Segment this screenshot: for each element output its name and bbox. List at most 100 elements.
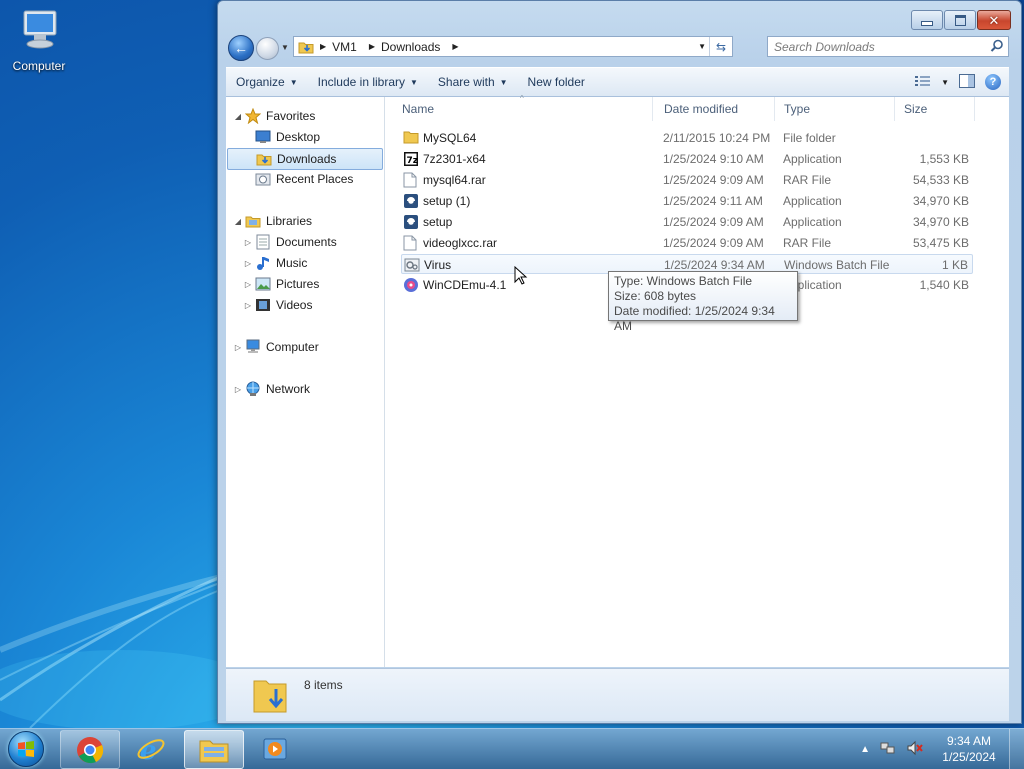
column-type-label: Type bbox=[784, 102, 811, 116]
setup-icon bbox=[404, 194, 418, 208]
new-folder-button[interactable]: New folder bbox=[518, 71, 595, 93]
minimize-button[interactable] bbox=[911, 10, 943, 30]
nav-favorites-label: Favorites bbox=[266, 109, 316, 123]
nav-desktop[interactable]: Desktop bbox=[242, 127, 320, 147]
close-icon: ✕ bbox=[988, 12, 1000, 28]
taskbar-chrome[interactable] bbox=[60, 730, 120, 769]
nav-recent-places[interactable]: Recent Places bbox=[242, 169, 353, 189]
file-name: WinCDEmu-4.1 bbox=[423, 278, 507, 292]
file-date: 1/25/2024 9:09 AM bbox=[663, 215, 764, 229]
forward-button[interactable] bbox=[256, 37, 279, 60]
details-pane: 8 items bbox=[226, 668, 1009, 721]
downloads-folder-icon bbox=[256, 154, 272, 166]
nav-videos[interactable]: ▷ Videos bbox=[242, 295, 313, 315]
taskbar-internet-explorer[interactable]: e bbox=[122, 730, 180, 767]
breadcrumb-arrow-icon: ▶ bbox=[320, 42, 327, 51]
column-header-type[interactable]: Type bbox=[775, 97, 895, 121]
item-count: 8 items bbox=[304, 678, 343, 692]
videos-icon bbox=[256, 299, 270, 311]
show-hidden-icons-button[interactable]: ▲ bbox=[860, 744, 870, 755]
refresh-icon: ⇆ bbox=[715, 39, 727, 54]
include-in-library-button[interactable]: Include in library ▼ bbox=[308, 71, 428, 93]
search-placeholder: Search Downloads bbox=[774, 40, 875, 54]
nav-videos-label: Videos bbox=[276, 298, 313, 312]
organize-button[interactable]: Organize ▼ bbox=[226, 71, 308, 93]
view-options-dropdown[interactable]: ▼ bbox=[941, 78, 949, 87]
view-list-icon bbox=[915, 75, 931, 86]
file-row[interactable]: mysql64.rar 1/25/2024 9:09 AM RAR File 5… bbox=[401, 170, 973, 190]
computer-icon bbox=[23, 10, 57, 49]
desktop-icon-computer[interactable]: Computer bbox=[4, 8, 74, 73]
file-row[interactable]: 7z 7z2301-x64 1/25/2024 9:10 AM Applicat… bbox=[401, 149, 973, 169]
column-header-date-modified[interactable]: Date modified bbox=[655, 97, 775, 121]
collapsed-triangle-icon[interactable]: ▷ bbox=[232, 385, 244, 394]
volume-muted-icon[interactable] bbox=[906, 740, 924, 759]
nav-downloads[interactable]: Downloads bbox=[227, 148, 383, 170]
system-tray: ▲ 9:34 AM 1/25/2024 bbox=[855, 729, 1024, 769]
preview-pane-button[interactable] bbox=[959, 73, 975, 91]
column-header-size[interactable]: Size bbox=[895, 97, 975, 121]
navigation-bar: ← ▼ ▶ VM1 ▶ Downloads ▶ ▼ ⇆ Search Downl… bbox=[226, 34, 1013, 62]
nav-libraries[interactable]: ◢ Libraries bbox=[232, 211, 312, 231]
new-folder-label: New folder bbox=[527, 75, 585, 89]
back-button[interactable]: ← bbox=[228, 35, 254, 61]
change-view-button[interactable] bbox=[915, 75, 931, 90]
breadcrumb-downloads[interactable]: Downloads bbox=[381, 40, 440, 54]
show-desktop-button[interactable] bbox=[1009, 729, 1024, 769]
file-size: 34,970 KB bbox=[912, 215, 969, 229]
folder-icon bbox=[403, 131, 419, 144]
collapsed-triangle-icon[interactable]: ▷ bbox=[242, 301, 254, 310]
organize-label: Organize bbox=[236, 75, 285, 89]
include-in-library-label: Include in library bbox=[317, 75, 405, 89]
breadcrumb-vm1[interactable]: VM1 bbox=[332, 40, 357, 54]
column-header-name[interactable]: Name ^ bbox=[393, 94, 653, 121]
downloads-folder-large-icon bbox=[253, 680, 287, 713]
taskbar-media-player[interactable] bbox=[246, 730, 304, 767]
nav-pictures[interactable]: ▷ Pictures bbox=[242, 274, 319, 294]
maximize-button[interactable] bbox=[944, 10, 976, 30]
help-icon[interactable]: ? bbox=[985, 74, 1001, 90]
downloads-folder-icon bbox=[298, 42, 314, 53]
file-name: MySQL64 bbox=[423, 131, 477, 145]
taskbar-windows-explorer[interactable] bbox=[184, 730, 244, 769]
address-bar[interactable]: ▶ VM1 ▶ Downloads ▶ ▼ ⇆ bbox=[293, 36, 733, 57]
collapsed-triangle-icon[interactable]: ▷ bbox=[232, 343, 244, 352]
collapsed-triangle-icon[interactable]: ▷ bbox=[242, 259, 254, 268]
search-input[interactable]: Search Downloads bbox=[767, 36, 1009, 57]
nav-documents[interactable]: ▷ Documents bbox=[242, 232, 337, 252]
address-dropdown-icon[interactable]: ▼ bbox=[698, 42, 706, 51]
nav-music[interactable]: ▷ Music bbox=[242, 253, 307, 273]
start-button[interactable] bbox=[4, 729, 48, 769]
network-status-icon[interactable] bbox=[880, 740, 896, 759]
file-row[interactable]: setup (1) 1/25/2024 9:11 AM Application … bbox=[401, 191, 973, 211]
back-arrow-icon: ← bbox=[234, 40, 248, 56]
nav-favorites[interactable]: ◢ Favorites bbox=[232, 106, 315, 126]
clock[interactable]: 9:34 AM 1/25/2024 bbox=[929, 733, 1009, 765]
nav-desktop-label: Desktop bbox=[276, 130, 321, 144]
nav-documents-label: Documents bbox=[276, 235, 337, 249]
file-name: mysql64.rar bbox=[423, 173, 486, 187]
close-button[interactable]: ✕ bbox=[977, 10, 1011, 30]
batch-file-icon bbox=[404, 258, 420, 272]
file-type: Windows Batch File bbox=[784, 258, 890, 272]
internet-explorer-icon: e bbox=[137, 736, 165, 764]
nav-network[interactable]: ▷ Network bbox=[232, 379, 310, 399]
file-row[interactable]: setup 1/25/2024 9:09 AM Application 34,9… bbox=[401, 212, 973, 232]
document-icon bbox=[403, 235, 417, 251]
document-icon bbox=[403, 172, 417, 188]
search-icon bbox=[990, 39, 1003, 52]
recent-pages-dropdown[interactable]: ▼ bbox=[281, 43, 289, 52]
collapsed-triangle-icon[interactable]: ▷ bbox=[242, 238, 254, 247]
file-row[interactable]: MySQL64 2/11/2015 10:24 PM File folder bbox=[401, 128, 973, 148]
nav-computer[interactable]: ▷ Computer bbox=[232, 337, 319, 357]
share-with-button[interactable]: Share with ▼ bbox=[428, 71, 518, 93]
collapsed-triangle-icon[interactable]: ▷ bbox=[242, 280, 254, 289]
nav-pictures-label: Pictures bbox=[276, 277, 320, 291]
file-name: Virus bbox=[424, 258, 452, 272]
explorer-window: ✕ ← ▼ ▶ VM1 ▶ Downloads ▶ ▼ ⇆ Search Dow… bbox=[217, 0, 1022, 724]
refresh-button[interactable]: ⇆ bbox=[709, 37, 732, 56]
file-row[interactable]: videoglxcc.rar 1/25/2024 9:09 AM RAR Fil… bbox=[401, 233, 973, 253]
tooltip-type: Type: Windows Batch File bbox=[614, 274, 753, 288]
media-player-icon bbox=[263, 738, 287, 759]
wincdemu-icon bbox=[404, 278, 418, 292]
